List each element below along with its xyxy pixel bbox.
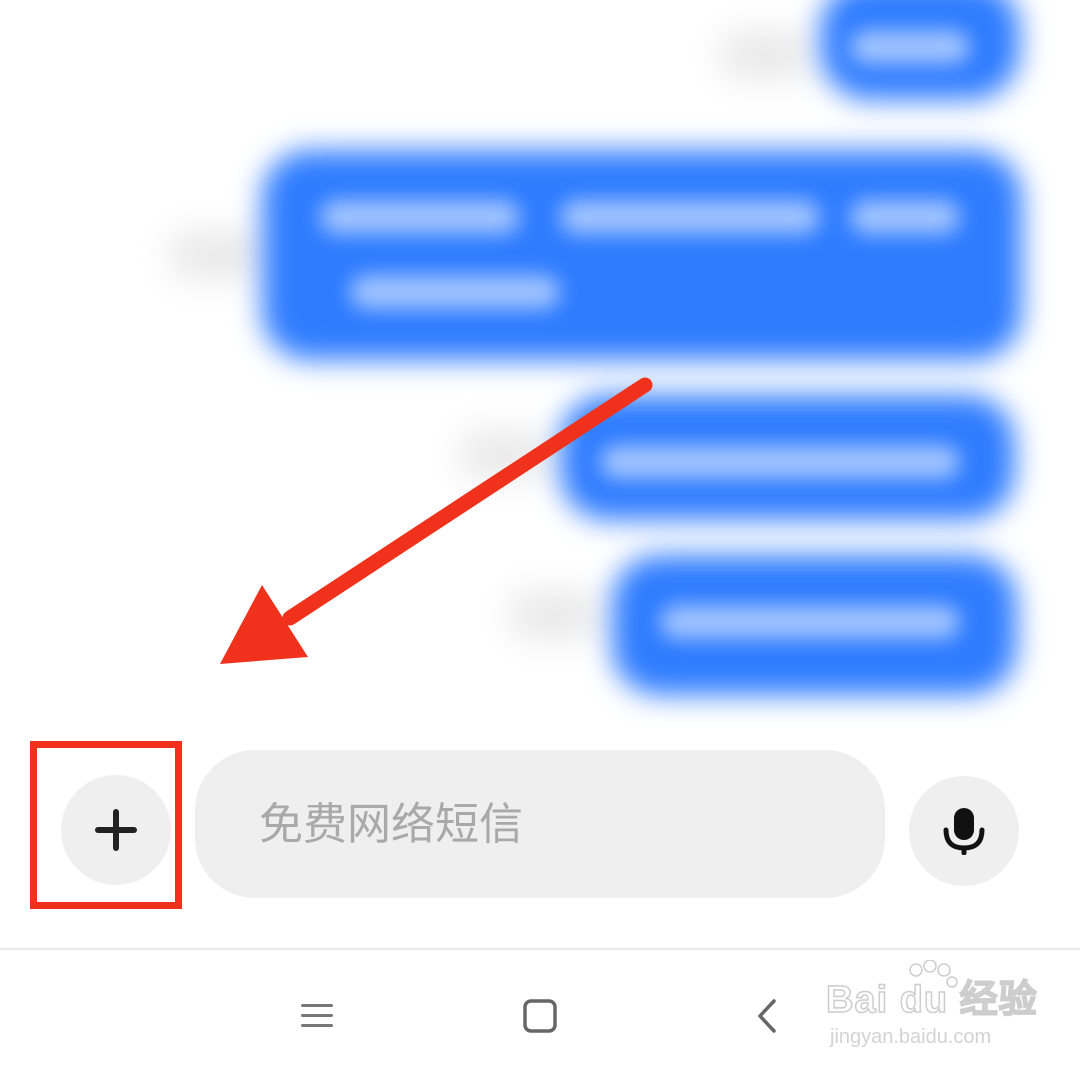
square-home-icon: [523, 999, 557, 1033]
blurred-message-text: [600, 445, 960, 479]
blurred-message-text: [660, 605, 960, 639]
blurred-timestamp: [460, 430, 550, 480]
watermark-brand: Bai du 经验: [825, 978, 1038, 1022]
baidu-jingyan-watermark: Bai du 经验 jingyan.baidu.com: [825, 960, 1046, 1060]
blurred-message-text: [350, 275, 560, 309]
blurred-timestamp: [510, 590, 600, 640]
highlight-box-annotation: [30, 741, 182, 909]
blurred-timestamp: [720, 30, 810, 80]
chat-message-area: [0, 0, 1080, 730]
blurred-message-text: [320, 200, 520, 234]
blurred-message-text: [560, 200, 820, 234]
screen: Bai du 经验 jingyan.baidu.com: [0, 0, 1080, 1080]
nav-menu-button[interactable]: [287, 990, 347, 1042]
microphone-icon: [943, 808, 985, 855]
menu-icon: [301, 1004, 333, 1027]
chevron-left-icon: [758, 999, 776, 1033]
message-input-field[interactable]: [195, 750, 885, 898]
message-bubble[interactable]: [262, 150, 1022, 360]
blurred-message-text: [850, 200, 960, 234]
message-input[interactable]: [257, 797, 885, 851]
watermark-url: jingyan.baidu.com: [830, 1026, 992, 1048]
voice-input-button[interactable]: [909, 776, 1019, 886]
nav-back-button[interactable]: [737, 990, 797, 1042]
blurred-message-text: [850, 30, 970, 64]
blurred-timestamp: [170, 230, 260, 280]
nav-home-button[interactable]: [510, 990, 570, 1042]
